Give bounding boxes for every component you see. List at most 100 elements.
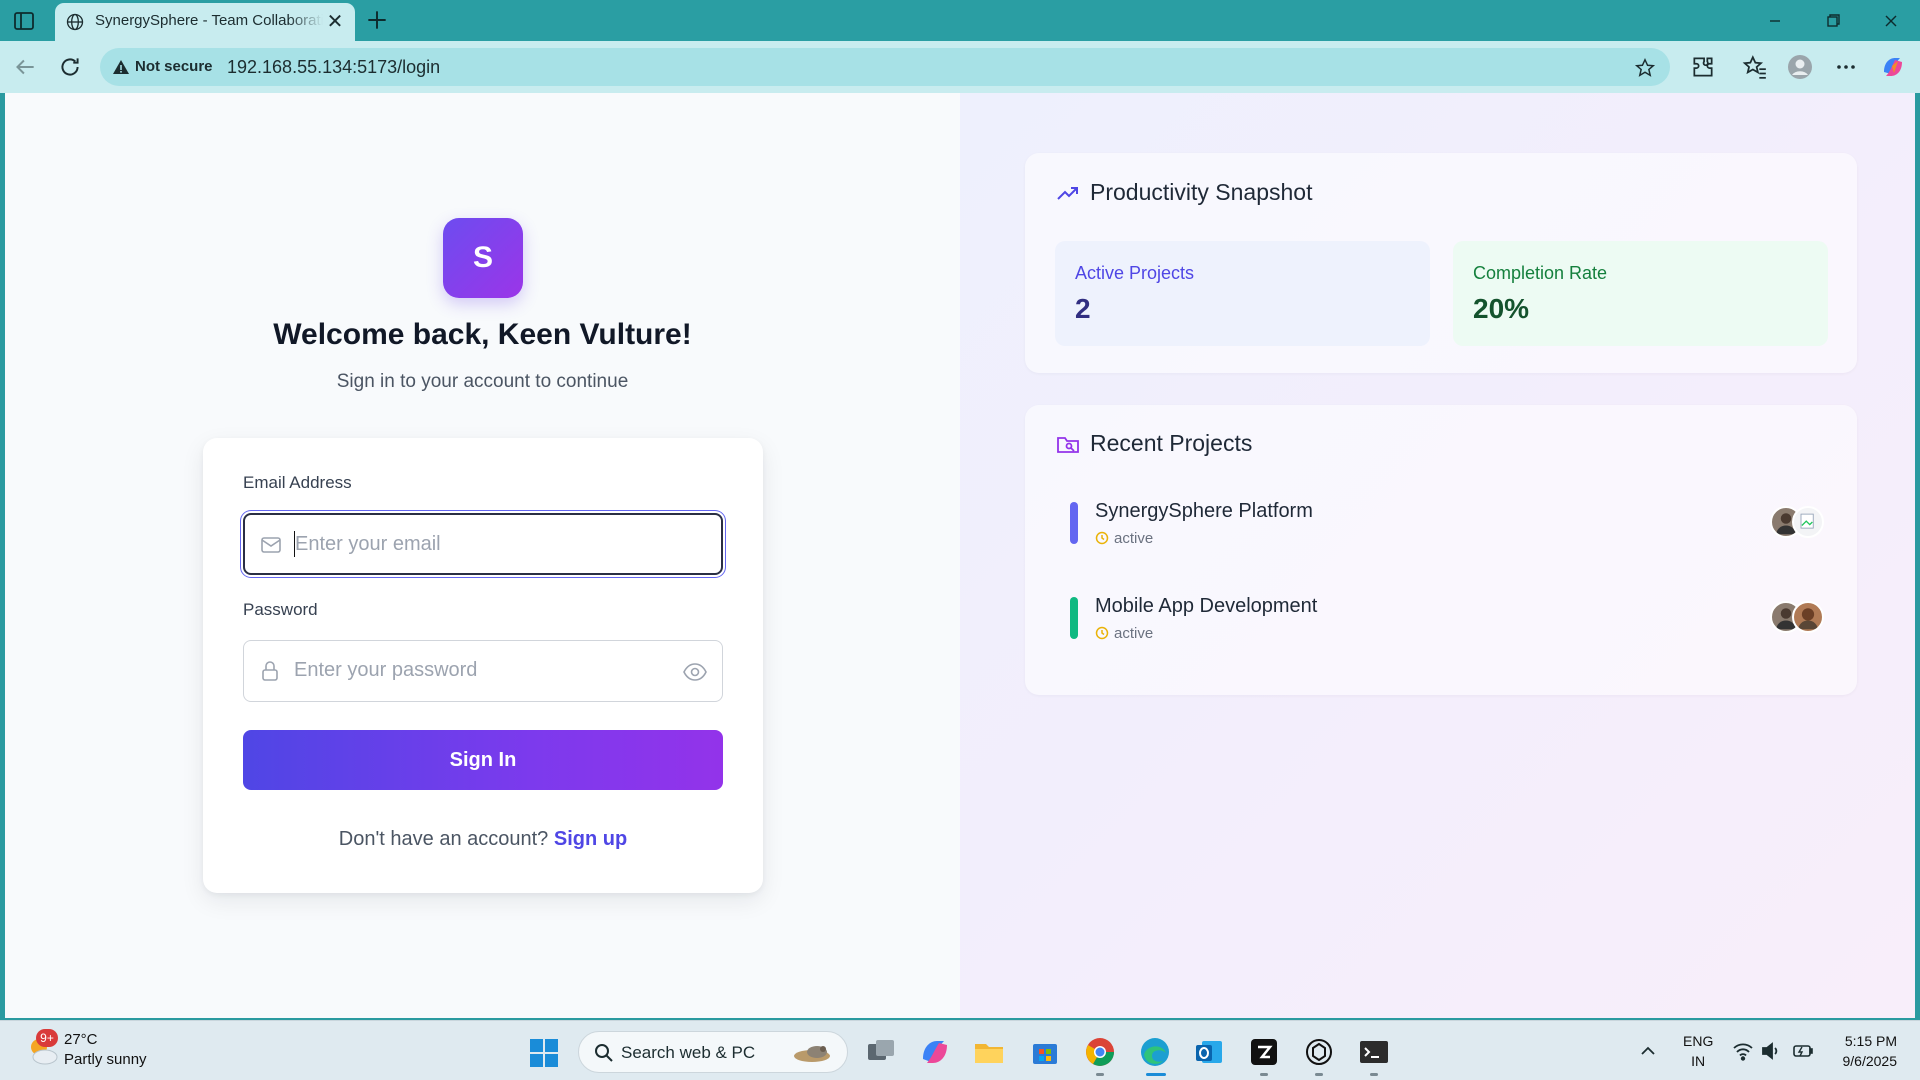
- windows-taskbar: 9+ 27°C Partly sunny Search web & PC ENG…: [0, 1020, 1920, 1080]
- password-field[interactable]: Enter your password: [243, 640, 723, 702]
- favorites-icon[interactable]: [1742, 54, 1768, 80]
- email-label: Email Address: [243, 473, 352, 492]
- recent-projects-card: Recent Projects SynergySphere Platform a…: [1025, 405, 1857, 695]
- restore-icon[interactable]: [1810, 6, 1856, 36]
- wifi-icon[interactable]: [1732, 1040, 1754, 1062]
- chrome-icon[interactable]: [1083, 1035, 1117, 1069]
- back-arrow-icon[interactable]: [12, 54, 38, 80]
- project-status: active: [1095, 530, 1153, 547]
- project-name: SynergySphere Platform: [1095, 500, 1313, 522]
- weather-temperature[interactable]: 27°C: [64, 1031, 98, 1048]
- extensions-icon[interactable]: [1690, 54, 1716, 80]
- running-indicator: [1096, 1073, 1104, 1076]
- sign-in-button[interactable]: Sign In: [243, 730, 723, 790]
- sign-up-link[interactable]: Sign up: [554, 828, 627, 850]
- microsoft-store-icon[interactable]: [1028, 1035, 1062, 1069]
- weather-badge: 9+: [36, 1029, 58, 1047]
- project-color-bar: [1070, 502, 1078, 544]
- active-projects-stat: Active Projects 2: [1055, 241, 1430, 346]
- weather-description[interactable]: Partly sunny: [64, 1051, 147, 1068]
- app-logo: S: [443, 218, 523, 298]
- copilot-app-icon[interactable]: [918, 1035, 952, 1069]
- password-label: Password: [243, 600, 318, 619]
- search-label: Search web & PC: [621, 1043, 756, 1062]
- project-members: [1770, 601, 1830, 635]
- dashboard-preview-pane: Productivity Snapshot Active Projects 2 …: [960, 93, 1915, 1018]
- running-indicator: [1260, 1073, 1268, 1076]
- search-highlight-bird-icon: [787, 1038, 837, 1068]
- productivity-snapshot-card: Productivity Snapshot Active Projects 2 …: [1025, 153, 1857, 373]
- snapshot-title: Productivity Snapshot: [1090, 179, 1313, 205]
- region-code: IN: [1691, 1053, 1706, 1069]
- file-explorer-icon[interactable]: [972, 1035, 1006, 1069]
- password-placeholder: Enter your password: [294, 659, 478, 681]
- running-indicator: [1315, 1073, 1323, 1076]
- email-placeholder: Enter your email: [295, 533, 441, 555]
- recent-projects-title: Recent Projects: [1090, 430, 1253, 456]
- project-item[interactable]: Mobile App Development active: [1070, 595, 1830, 655]
- tab-actions-icon[interactable]: [12, 9, 36, 33]
- show-password-eye-icon[interactable]: [682, 659, 708, 685]
- stat-value: 2: [1075, 293, 1091, 324]
- project-name: Mobile App Development: [1095, 595, 1318, 617]
- windows-start-icon[interactable]: [528, 1037, 560, 1069]
- reload-icon[interactable]: [57, 54, 83, 80]
- system-clock[interactable]: 5:15 PM 9/6/2025: [1825, 1031, 1898, 1071]
- avatar: [1792, 601, 1824, 633]
- stat-label: Completion Rate: [1473, 263, 1608, 283]
- clock-icon: [1095, 626, 1109, 640]
- folder-icon: [1055, 431, 1081, 457]
- language-indicator[interactable]: ENG IN: [1683, 1031, 1713, 1071]
- minimize-icon[interactable]: [1752, 6, 1798, 36]
- clock-date: 9/6/2025: [1842, 1053, 1898, 1069]
- address-bar[interactable]: Not secure 192.168.55.134:5173/login: [100, 48, 1670, 86]
- running-indicator: [1370, 1073, 1378, 1076]
- language-code: ENG: [1683, 1033, 1714, 1049]
- outlook-icon[interactable]: [1192, 1035, 1226, 1069]
- battery-icon[interactable]: [1792, 1040, 1814, 1062]
- app-icon[interactable]: [1247, 1035, 1281, 1069]
- chatgpt-icon[interactable]: [1302, 1035, 1336, 1069]
- chevron-up-icon[interactable]: [1638, 1041, 1658, 1061]
- terminal-icon[interactable]: [1357, 1035, 1391, 1069]
- search-icon: [593, 1042, 615, 1064]
- active-indicator: [1146, 1073, 1166, 1076]
- favorite-star-icon[interactable]: [1634, 57, 1656, 79]
- signup-prompt-text: Don't have an account?: [338, 828, 549, 850]
- close-window-icon[interactable]: [1868, 6, 1914, 36]
- browser-toolbar: Not secure 192.168.55.134:5173/login: [0, 41, 1920, 93]
- volume-icon[interactable]: [1760, 1040, 1782, 1062]
- project-status-text: active: [1114, 530, 1154, 547]
- lock-icon: [258, 659, 282, 683]
- welcome-heading: Welcome back, Keen Vulture!: [273, 318, 692, 351]
- globe-icon: [65, 12, 85, 32]
- profile-icon[interactable]: [1787, 54, 1813, 80]
- security-label[interactable]: Not secure: [135, 58, 213, 75]
- tab-title: SynergySphere - Team Collaboration: [95, 12, 323, 29]
- stat-value: 20%: [1473, 293, 1530, 324]
- project-item[interactable]: SynergySphere Platform active: [1070, 500, 1830, 560]
- browser-tab-bar: SynergySphere - Team Collaboration ✕: [0, 0, 1920, 41]
- login-pane: S Welcome back, Keen Vulture! Sign in to…: [5, 93, 960, 1018]
- taskbar-search[interactable]: Search web & PC: [578, 1031, 848, 1073]
- new-tab-icon[interactable]: [364, 7, 390, 33]
- project-status: active: [1095, 625, 1153, 642]
- copilot-icon[interactable]: [1880, 54, 1906, 80]
- login-card: Email Address Enter your email Password …: [203, 438, 763, 893]
- broken-image-avatar: [1792, 506, 1824, 538]
- stat-label: Active Projects: [1075, 263, 1195, 283]
- page-viewport: S Welcome back, Keen Vulture! Sign in to…: [5, 93, 1915, 1018]
- email-field[interactable]: Enter your email: [243, 513, 723, 575]
- close-tab-icon[interactable]: ✕: [325, 12, 345, 32]
- task-view-icon[interactable]: [864, 1035, 898, 1069]
- project-color-bar: [1070, 597, 1078, 639]
- clock-icon: [1095, 531, 1109, 545]
- trending-up-icon: [1055, 180, 1081, 206]
- url-text[interactable]: 192.168.55.134:5173/login: [227, 57, 440, 78]
- project-status-text: active: [1114, 625, 1154, 642]
- browser-tab[interactable]: SynergySphere - Team Collaboration ✕: [55, 3, 355, 41]
- completion-rate-stat: Completion Rate 20%: [1453, 241, 1828, 346]
- warning-icon[interactable]: [112, 58, 130, 76]
- more-options-icon[interactable]: [1833, 54, 1859, 80]
- edge-icon[interactable]: [1138, 1035, 1172, 1069]
